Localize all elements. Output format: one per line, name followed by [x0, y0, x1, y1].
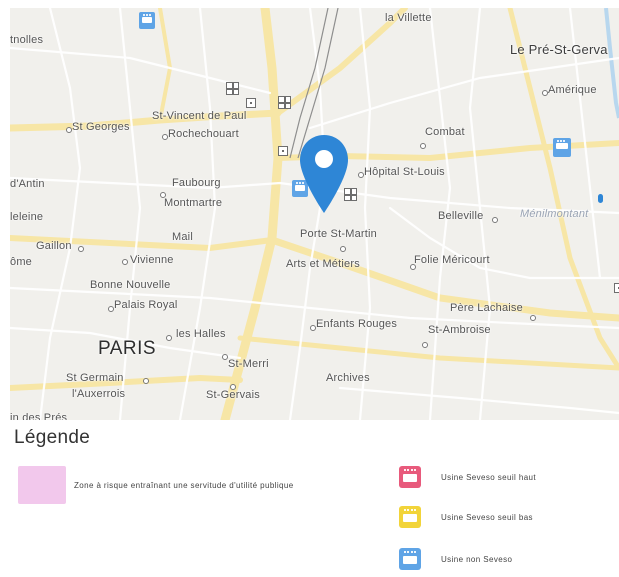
- place-label-enfants-rouges: Enfants Rouges: [316, 318, 398, 330]
- place-dot-folie-mericourt: [410, 264, 416, 270]
- place-label-combat: Combat: [425, 126, 465, 138]
- place-dot-belleville: [492, 217, 498, 223]
- place-label-st-georges: St Georges: [72, 121, 130, 133]
- place-label-porte-st-martin: Porte St-Martin: [300, 228, 377, 240]
- place-label-pre-st-gervais: Le Pré-St-Gerva: [510, 42, 608, 57]
- factory-icon-non-seveso-legend: [399, 548, 421, 570]
- place-label-rochechouart: Rochechouart: [168, 128, 239, 140]
- place-label-lauxerrois: l'Auxerrois: [72, 388, 126, 400]
- place-label-faubourg: Faubourg: [172, 177, 221, 189]
- place-label-amerique: Amérique: [548, 84, 597, 96]
- place-dot-hopital-st-louis: [358, 172, 364, 178]
- station-symbol-icon: [278, 146, 288, 156]
- factory-icon-seveso-high: [399, 466, 421, 488]
- place-label-des-pres: in des Prés: [10, 412, 68, 420]
- place-label-paris: PARIS: [98, 338, 157, 359]
- place-label-st-merri: St-Merri: [228, 358, 269, 370]
- legend-item-non-seveso: Usine non Seveso: [399, 548, 512, 570]
- place-dot-gaillon: [78, 246, 84, 252]
- place-label-st-vincent-de-paul: St-Vincent de Paul: [152, 110, 247, 122]
- place-dot-st-merri: [222, 354, 228, 360]
- place-label-montmartre: Montmartre: [164, 197, 223, 209]
- place-dot-rochechouart: [162, 134, 168, 140]
- place-dot-enfants-rouges: [310, 325, 316, 331]
- place-label-batignolles: tnolles: [10, 34, 44, 46]
- place-label-opera: ôme: [10, 256, 32, 268]
- place-dot-st-ambroise: [422, 342, 428, 348]
- place-label-mail: Mail: [172, 231, 193, 243]
- legend-label-seveso-low: Usine Seveso seuil bas: [441, 512, 533, 522]
- place-dot-amerique: [542, 90, 548, 96]
- place-dot-les-halles: [166, 335, 172, 341]
- map-view[interactable]: la Villette tnolles Le Pré-St-Gerva Amériqu…: [10, 8, 619, 420]
- place-label-hopital-st-louis: Hôpital St-Louis: [364, 166, 445, 178]
- legend-item-risk-zone: Zone à risque entraînant une servitude d…: [18, 466, 294, 504]
- small-blue-marker[interactable]: [598, 194, 603, 203]
- place-label-la-villette: la Villette: [385, 12, 432, 24]
- place-dot-combat: [420, 143, 426, 149]
- place-dot-palais-royal: [108, 306, 114, 312]
- factory-icon-seveso-low: [399, 506, 421, 528]
- place-label-belleville: Belleville: [438, 210, 484, 222]
- place-dot-st-germain: [143, 378, 149, 384]
- place-label-chaussee-dantin: d'Antin: [10, 178, 45, 190]
- place-label-bonne-nouvelle: Bonne Nouvelle: [90, 279, 171, 291]
- station-symbol-icon: [614, 283, 619, 293]
- place-label-madeleine: leleine: [10, 211, 44, 223]
- place-label-vivienne: Vivienne: [130, 254, 174, 266]
- location-pin-icon[interactable]: [298, 133, 350, 215]
- place-label-les-halles: les Halles: [176, 328, 226, 340]
- place-label-palais-royal: Palais Royal: [114, 299, 178, 311]
- place-dot-porte-st-martin: [340, 246, 346, 252]
- factory-icon-non-seveso[interactable]: [139, 12, 155, 29]
- building-symbol-icon: [278, 96, 291, 109]
- place-label-archives: Archives: [326, 372, 370, 384]
- place-label-arts-et-metiers: Arts et Métiers: [286, 258, 360, 270]
- legend-item-seveso-low: Usine Seveso seuil bas: [399, 506, 533, 528]
- place-dot-pere-lachaise: [530, 315, 536, 321]
- place-dot-st-georges: [66, 127, 72, 133]
- place-label-menilmontant: Ménilmontant: [520, 208, 589, 220]
- place-label-st-germain: St Germain: [66, 372, 124, 384]
- legend-label-risk-zone: Zone à risque entraînant une servitude d…: [74, 480, 294, 490]
- factory-icon-non-seveso[interactable]: [553, 138, 571, 157]
- place-label-folie-mericourt: Folie Méricourt: [414, 254, 490, 266]
- place-label-gaillon: Gaillon: [36, 240, 72, 252]
- station-symbol-icon: [246, 98, 256, 108]
- place-label-pere-lachaise: Père Lachaise: [450, 302, 523, 314]
- risk-zone-swatch: [18, 466, 66, 504]
- legend-label-seveso-high: Usine Seveso seuil haut: [441, 472, 537, 482]
- place-label-st-ambroise: St-Ambroise: [428, 324, 491, 336]
- legend-item-seveso-high: Usine Seveso seuil haut: [399, 466, 536, 488]
- place-dot-vivienne: [122, 259, 128, 265]
- building-symbol-icon: [226, 82, 239, 95]
- place-dot-st-gervais: [230, 384, 236, 390]
- legend-label-non-seveso: Usine non Seveso: [441, 554, 513, 564]
- place-label-st-gervais: St-Gervais: [206, 389, 260, 401]
- legend-title: Légende: [14, 427, 91, 448]
